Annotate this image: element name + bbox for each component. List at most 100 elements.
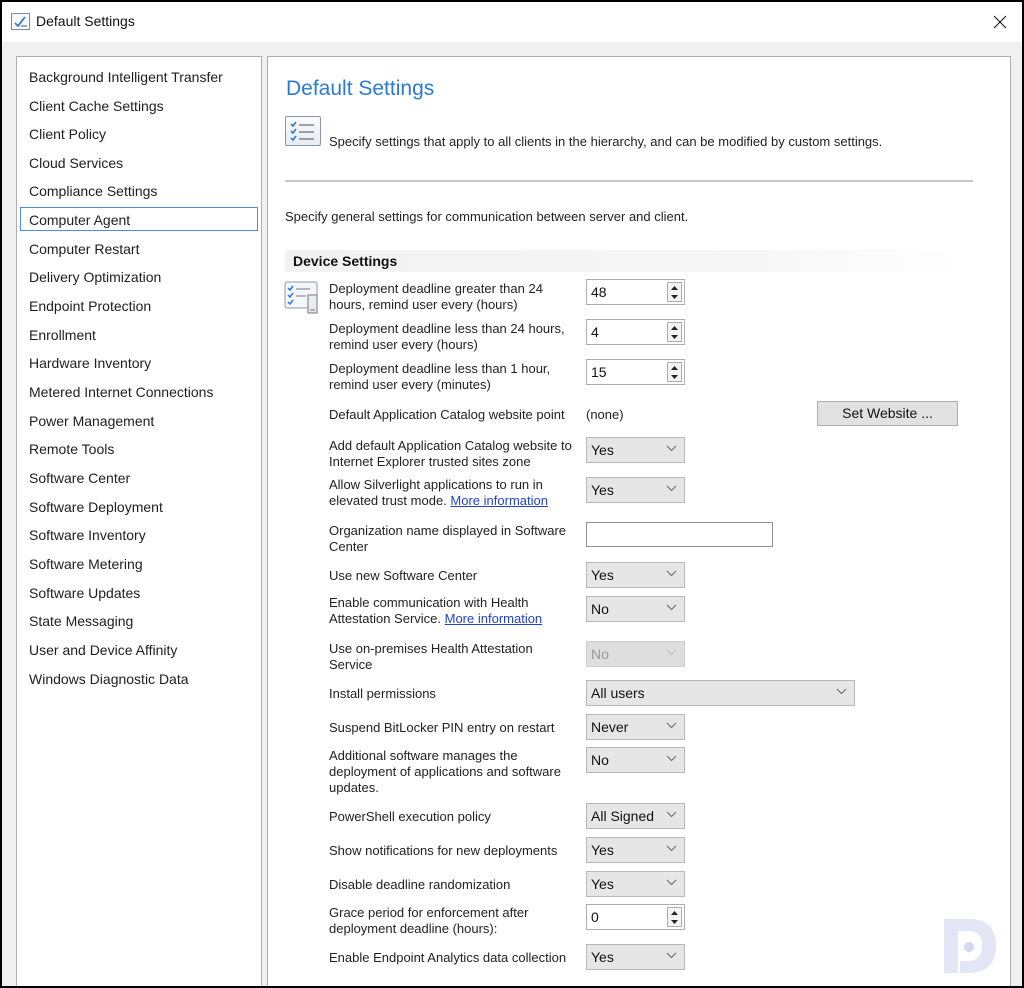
onprem-health-attestation-dropdown: No (586, 641, 685, 667)
deadline-less-than-24-spinner[interactable]: 4 (586, 319, 685, 345)
spinner-value: 15 (591, 364, 607, 380)
sidebar-item-remote-tools[interactable]: Remote Tools (20, 436, 258, 460)
show-notifications-dropdown[interactable]: Yes (586, 837, 685, 863)
spin-up-icon[interactable] (668, 363, 681, 372)
checklist-icon (285, 116, 321, 146)
close-button[interactable] (978, 2, 1022, 42)
sidebar-item-endpoint-protection[interactable]: Endpoint Protection (20, 293, 258, 317)
chevron-down-icon (666, 952, 677, 959)
chevron-down-icon (666, 722, 677, 729)
sidebar-item-computer-restart[interactable]: Computer Restart (20, 236, 258, 260)
label-use-new-software-center: Use new Software Center (329, 568, 478, 583)
chevron-down-icon (666, 845, 677, 852)
additional-software-dropdown[interactable]: No (586, 747, 685, 773)
spinner-buttons[interactable] (667, 907, 682, 927)
sidebar-item-background-intelligent-transfer[interactable]: Background Intelligent Transfer (20, 64, 258, 88)
settings-content-panel: Default Settings Specify settings that a… (267, 56, 1011, 986)
label-organization-name: Organization name displayed in Software … (329, 523, 567, 554)
chevron-down-icon (666, 570, 677, 577)
sidebar-item-computer-agent[interactable]: Computer Agent (20, 207, 258, 231)
spin-down-icon[interactable] (668, 332, 681, 341)
default-settings-window: Default Settings Background Intelligent … (2, 2, 1022, 986)
sidebar-item-power-management[interactable]: Power Management (20, 408, 258, 432)
suspend-bitlocker-dropdown[interactable]: Never (586, 714, 685, 740)
spinner-buttons[interactable] (667, 362, 682, 382)
deadline-less-than-1-spinner[interactable]: 15 (586, 359, 685, 385)
sidebar-item-compliance-settings[interactable]: Compliance Settings (20, 178, 258, 202)
sidebar-item-state-messaging[interactable]: State Messaging (20, 608, 258, 632)
checklist-icon (11, 13, 30, 30)
chevron-down-icon (666, 879, 677, 886)
sidebar-item-delivery-optimization[interactable]: Delivery Optimization (20, 264, 258, 288)
sidebar-item-software-updates[interactable]: Software Updates (20, 580, 258, 604)
sidebar-item-software-center[interactable]: Software Center (20, 465, 258, 489)
spin-down-icon[interactable] (668, 292, 681, 301)
spin-up-icon[interactable] (668, 283, 681, 292)
sidebar-item-metered-internet-connections[interactable]: Metered Internet Connections (20, 379, 258, 403)
organization-name-input[interactable] (586, 522, 773, 547)
powershell-policy-dropdown[interactable]: All Signed (586, 803, 685, 829)
deadline-greater-than-24-spinner[interactable]: 48 (586, 279, 685, 305)
label-health-attestation: Enable communication with Health Attesta… (329, 595, 574, 627)
divider (285, 180, 973, 182)
spin-down-icon[interactable] (668, 917, 681, 926)
health-attestation-dropdown[interactable]: No (586, 596, 685, 622)
chevron-down-icon (666, 755, 677, 762)
sidebar-item-software-metering[interactable]: Software Metering (20, 551, 258, 575)
dropdown-value: No (591, 646, 609, 662)
sidebar-item-hardware-inventory[interactable]: Hardware Inventory (20, 350, 258, 374)
dropdown-value: No (591, 601, 609, 617)
sidebar-item-user-and-device-affinity[interactable]: User and Device Affinity (20, 637, 258, 661)
label-onprem-health-attestation: Use on-premises Health Attestation Servi… (329, 641, 533, 672)
page-title: Default Settings (286, 77, 435, 100)
sidebar-item-client-policy[interactable]: Client Policy (20, 121, 258, 145)
label-install-permissions: Install permissions (329, 686, 436, 701)
chevron-down-icon (666, 445, 677, 452)
label-disable-randomization: Disable deadline randomization (329, 877, 511, 892)
label-catalog-trusted-sites: Add default Application Catalog website … (329, 438, 572, 469)
dropdown-value: All Signed (591, 808, 655, 824)
catalog-website-point-value: (none) (586, 407, 624, 422)
label-deadline-less-than-24: Deployment deadline less than 24 hours, … (329, 321, 565, 352)
spinner-buttons[interactable] (667, 282, 682, 302)
spin-down-icon[interactable] (668, 372, 681, 381)
sidebar-item-software-inventory[interactable]: Software Inventory (20, 522, 258, 546)
label-endpoint-analytics: Enable Endpoint Analytics data collectio… (329, 950, 567, 965)
sidebar-item-software-deployment[interactable]: Software Deployment (20, 494, 258, 518)
section-header-device-settings: Device Settings (285, 250, 962, 272)
install-permissions-dropdown[interactable]: All users (586, 680, 855, 706)
spinner-value: 0 (591, 909, 599, 925)
label-additional-software: Additional software manages the deployme… (329, 748, 561, 795)
catalog-trusted-sites-dropdown[interactable]: Yes (586, 437, 685, 463)
label-catalog-website-point: Default Application Catalog website poin… (329, 407, 565, 422)
spinner-value: 4 (591, 324, 599, 340)
endpoint-analytics-dropdown[interactable]: Yes (586, 944, 685, 970)
label-show-notifications: Show notifications for new deployments (329, 843, 558, 858)
sidebar-item-cloud-services[interactable]: Cloud Services (20, 150, 258, 174)
grace-period-spinner[interactable]: 0 (586, 904, 685, 930)
silverlight-dropdown[interactable]: Yes (586, 477, 685, 503)
health-attestation-more-information-link[interactable]: More information (445, 611, 543, 626)
use-new-software-center-dropdown[interactable]: Yes (586, 562, 685, 588)
dropdown-value: Yes (591, 876, 614, 892)
settings-category-list[interactable]: Background Intelligent Transfer Client C… (16, 56, 262, 986)
device-settings-icon (284, 281, 322, 315)
title-bar: Default Settings (2, 2, 1022, 42)
label-deadline-less-than-1: Deployment deadline less than 1 hour, re… (329, 361, 551, 392)
window-title: Default Settings (36, 13, 135, 29)
chevron-down-icon (666, 604, 677, 611)
silverlight-more-information-link[interactable]: More information (450, 493, 548, 508)
label-suspend-bitlocker: Suspend BitLocker PIN entry on restart (329, 720, 555, 735)
spin-up-icon[interactable] (668, 908, 681, 917)
label-silverlight: Allow Silverlight applications to run in… (329, 477, 574, 509)
dropdown-value: Yes (591, 567, 614, 583)
sidebar-item-windows-diagnostic-data[interactable]: Windows Diagnostic Data (20, 666, 258, 690)
set-website-button[interactable]: Set Website ... (817, 401, 958, 426)
spinner-buttons[interactable] (667, 322, 682, 342)
chevron-down-icon (666, 811, 677, 818)
dropdown-value: Yes (591, 442, 614, 458)
spin-up-icon[interactable] (668, 323, 681, 332)
sidebar-item-client-cache-settings[interactable]: Client Cache Settings (20, 93, 258, 117)
disable-randomization-dropdown[interactable]: Yes (586, 871, 685, 897)
sidebar-item-enrollment[interactable]: Enrollment (20, 322, 258, 346)
